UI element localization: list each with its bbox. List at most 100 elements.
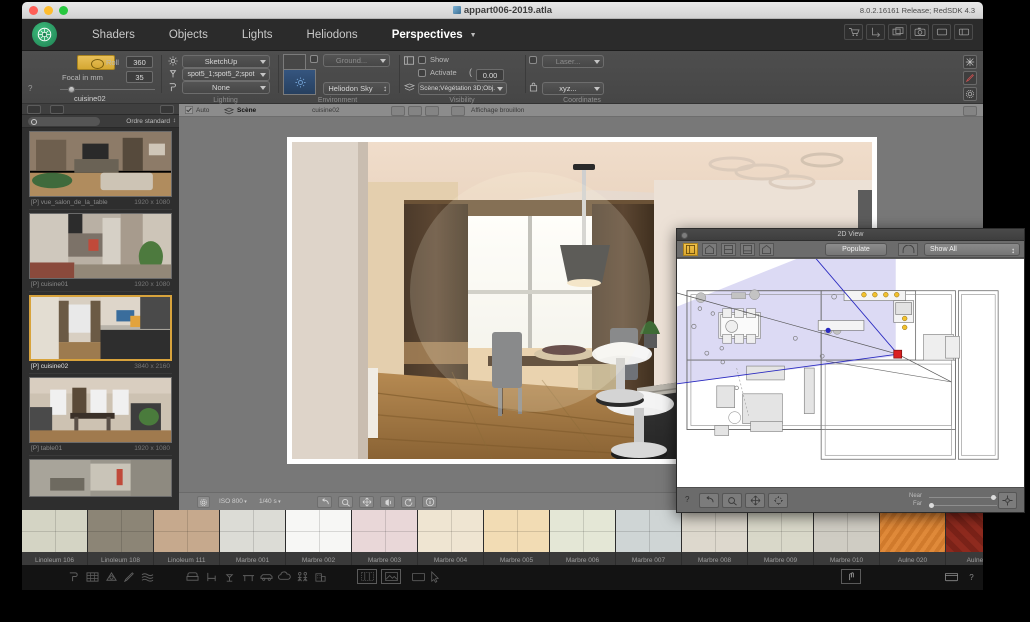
remove-perspective-icon[interactable] (50, 105, 64, 114)
material-swatch[interactable]: Marbre 009 (748, 510, 814, 565)
sky-popup[interactable]: Heliodon Sky (323, 82, 390, 95)
move-icon[interactable] (745, 493, 765, 508)
grid-icon[interactable] (357, 569, 377, 584)
gear-icon[interactable] (963, 87, 977, 101)
undo-icon[interactable] (317, 496, 332, 508)
table-icon[interactable] (241, 570, 256, 584)
material-swatch[interactable]: Linoleum 111 (154, 510, 220, 565)
laser-popup[interactable]: Laser... (542, 55, 604, 68)
preview-toggle-icon[interactable] (160, 105, 174, 114)
roll-field[interactable]: 360 (126, 56, 153, 68)
chevron-down-icon[interactable]: ▼ (470, 32, 477, 39)
sofa-icon[interactable] (185, 570, 200, 584)
material-swatch[interactable]: Marbre 010 (814, 510, 880, 565)
rectangle-icon[interactable] (932, 24, 951, 40)
texture-tool-icon[interactable] (85, 570, 100, 584)
list-item[interactable]: [P] table01 1920 x 1080 (29, 377, 172, 456)
hand-icon[interactable] (699, 493, 719, 508)
iso-dropdown[interactable]: ISO 800 (219, 498, 247, 505)
tab-perspectives[interactable]: Perspectives (375, 29, 480, 41)
tab-heliodons[interactable]: Heliodons (290, 29, 375, 41)
shutter-dropdown[interactable]: 1/40 s (259, 498, 281, 505)
pan-tool-icon[interactable] (425, 106, 439, 116)
axis-icon[interactable] (866, 24, 885, 40)
window-icon[interactable] (888, 24, 907, 40)
near-slider-knob[interactable] (991, 495, 996, 500)
filter-dropdown[interactable]: Show All (924, 243, 1020, 256)
populate-button[interactable]: Populate (825, 243, 887, 256)
target-icon[interactable] (998, 492, 1017, 509)
2d-view-help-label[interactable]: ? (685, 495, 689, 504)
material-swatch[interactable]: Aulne 020 (880, 510, 946, 565)
material-swatch[interactable]: Linoleum 108 (88, 510, 154, 565)
far-slider-track[interactable] (929, 505, 997, 506)
section-icon[interactable] (759, 243, 774, 256)
car-icon[interactable] (259, 570, 274, 584)
scene-label[interactable]: Scène (237, 107, 256, 114)
list-item[interactable]: [P] cuisine01 1920 x 1080 (29, 213, 172, 292)
cart-icon[interactable] (844, 24, 863, 40)
near-slider-track[interactable] (929, 497, 997, 498)
light-tool-icon[interactable] (104, 570, 119, 584)
focal-slider-knob[interactable] (68, 86, 75, 93)
chair-icon[interactable] (204, 570, 219, 584)
help-icon[interactable]: ? (964, 570, 979, 584)
material-swatch[interactable]: Marbre 002 (286, 510, 352, 565)
viewport-options-icon[interactable] (963, 106, 977, 116)
material-swatch[interactable]: Marbre 007 (616, 510, 682, 565)
elevation-side-icon[interactable] (721, 243, 736, 256)
draft-toggle-icon[interactable] (451, 106, 465, 116)
focal-field[interactable]: 35 (126, 71, 153, 83)
material-swatch[interactable]: Marbre 006 (550, 510, 616, 565)
list-item-selected[interactable]: [P] cuisine02 3840 x 2160 (29, 295, 172, 374)
info-icon[interactable] (422, 496, 437, 508)
plan-view-icon[interactable] (683, 243, 698, 256)
material-swatch[interactable]: Marbre 004 (418, 510, 484, 565)
shader-popup[interactable]: SketchUp (182, 55, 270, 68)
activate-value-field[interactable]: 0.00 (476, 69, 504, 81)
gear-icon[interactable] (197, 496, 210, 508)
thumbnail-list[interactable]: [P] vue_salon_de_la_table 1920 x 1080 [P… (22, 128, 179, 505)
zoom-icon[interactable] (722, 493, 742, 508)
ground-popup[interactable]: Ground... (323, 54, 390, 67)
search-input[interactable] (28, 117, 100, 126)
show-checkbox[interactable] (418, 56, 426, 64)
material-swatch[interactable]: Marbre 008 (682, 510, 748, 565)
crop-tool-icon[interactable] (391, 106, 405, 116)
hand-icon[interactable] (841, 569, 861, 584)
activate-checkbox[interactable] (418, 69, 426, 77)
frame-icon[interactable] (409, 570, 427, 584)
rotate-icon[interactable] (768, 493, 788, 508)
add-perspective-icon[interactable] (27, 105, 41, 114)
pen-tool-icon[interactable] (122, 570, 137, 584)
cloud-icon[interactable] (277, 570, 292, 584)
elevation-front-icon[interactable] (702, 243, 717, 256)
pencil-tool-icon[interactable] (963, 71, 977, 85)
ground-checkbox[interactable] (310, 55, 318, 63)
material-swatch[interactable]: Linoleum 106 (22, 510, 88, 565)
panel-icon[interactable] (954, 24, 973, 40)
elevation-back-icon[interactable] (740, 243, 755, 256)
list-item[interactable] (29, 459, 172, 505)
2d-plan-canvas[interactable] (677, 259, 1024, 487)
sort-order-label[interactable]: Ordre standard (126, 117, 175, 125)
fit-tool-icon[interactable] (408, 106, 422, 116)
building-icon[interactable] (313, 570, 328, 584)
shader-tool-icon[interactable] (66, 570, 81, 584)
auto-checkbox[interactable] (185, 106, 193, 114)
camera-icon[interactable] (910, 24, 929, 40)
material-swatch[interactable]: Marbre 005 (484, 510, 550, 565)
laser-checkbox[interactable] (529, 56, 537, 64)
layers-popup[interactable]: Scène;Végétation 3D;Obj. (418, 82, 507, 95)
refresh-icon[interactable] (401, 496, 416, 508)
xyz-popup[interactable]: xyz... (542, 82, 604, 95)
list-item[interactable]: [P] vue_salon_de_la_table 1920 x 1080 (29, 131, 172, 210)
lamp-icon[interactable] (222, 570, 237, 584)
materials-strip[interactable]: Linoleum 106 Linoleum 108 Linoleum 111 M… (22, 510, 983, 565)
material-swatch[interactable]: Marbre 003 (352, 510, 418, 565)
arc-icon[interactable] (898, 243, 918, 256)
tab-shaders[interactable]: Shaders (75, 29, 152, 41)
zoom-icon[interactable] (338, 496, 353, 508)
image-icon[interactable] (381, 569, 401, 584)
move-icon[interactable] (359, 496, 374, 508)
